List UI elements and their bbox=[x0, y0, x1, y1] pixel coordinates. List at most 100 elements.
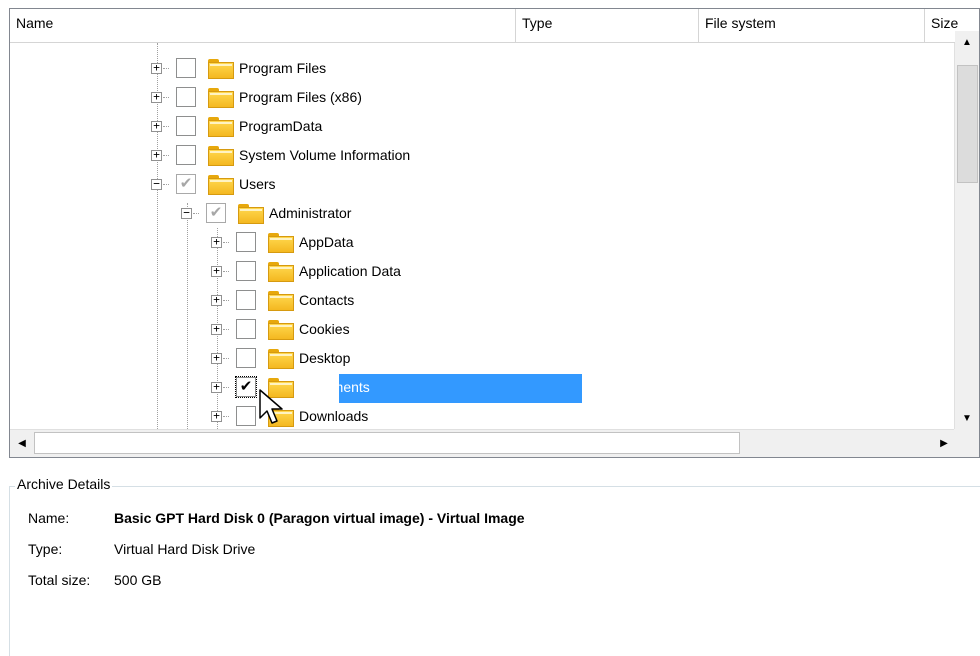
tree-row[interactable]: + Desktop bbox=[10, 345, 956, 374]
scroll-right-button[interactable]: ▶ bbox=[932, 432, 956, 456]
tree-connector bbox=[223, 271, 229, 272]
tree-row[interactable]: + Contacts bbox=[10, 287, 956, 316]
folder-tree: + Program Files + Program Files (x86) + Progr… bbox=[10, 43, 956, 431]
folder-label: Documents bbox=[299, 379, 370, 395]
tree-connector bbox=[223, 387, 229, 388]
folder-icon bbox=[268, 349, 294, 369]
expand-icon[interactable]: + bbox=[151, 120, 162, 132]
folder-label: Application Data bbox=[299, 263, 401, 279]
tree-row[interactable]: + Cookies bbox=[10, 316, 956, 345]
folder-checkbox[interactable]: ✔ bbox=[206, 203, 226, 223]
tree-connector bbox=[223, 242, 229, 243]
scrollbar-corner bbox=[954, 429, 979, 457]
tree-row[interactable]: − ✔ Administrator bbox=[10, 200, 956, 229]
expand-icon[interactable]: + bbox=[211, 236, 222, 248]
folder-icon bbox=[268, 320, 294, 340]
scroll-up-button[interactable]: ▲ bbox=[955, 31, 979, 55]
folder-label: Downloads bbox=[299, 408, 369, 424]
tree-connector bbox=[193, 213, 199, 214]
detail-name-label: Name: bbox=[28, 510, 70, 526]
folder-checkbox[interactable] bbox=[236, 406, 256, 426]
expand-icon[interactable]: + bbox=[211, 265, 222, 277]
tree-row[interactable]: + ProgramData bbox=[10, 113, 956, 142]
folder-label: Program Files bbox=[239, 60, 327, 76]
column-name[interactable]: Name bbox=[10, 9, 516, 42]
tree-row[interactable]: + AppData bbox=[10, 229, 956, 258]
folder-label: Program Files (x86) bbox=[239, 89, 362, 105]
tree-connector bbox=[223, 300, 229, 301]
folder-icon bbox=[208, 88, 234, 108]
expand-icon[interactable]: + bbox=[211, 294, 222, 306]
collapse-icon[interactable]: − bbox=[151, 178, 162, 190]
tree-connector bbox=[163, 97, 169, 98]
folder-checkbox[interactable] bbox=[176, 116, 196, 136]
archive-details-legend: Archive Details bbox=[15, 476, 113, 492]
folder-checkbox[interactable] bbox=[236, 348, 256, 368]
folder-checkbox[interactable] bbox=[236, 232, 256, 252]
folder-checkbox[interactable] bbox=[176, 145, 196, 165]
folder-label: AppData bbox=[299, 234, 354, 250]
mouse-pointer-icon bbox=[259, 389, 283, 424]
tree-connector bbox=[223, 358, 229, 359]
selection-highlight bbox=[339, 374, 582, 403]
tree-row[interactable]: + ✔ Documents bbox=[10, 374, 956, 403]
folder-icon bbox=[208, 59, 234, 79]
folder-icon bbox=[238, 204, 264, 224]
expand-icon[interactable]: + bbox=[151, 62, 162, 74]
vertical-scrollbar[interactable]: ▲ ▼ bbox=[954, 31, 979, 431]
folder-label: Cookies bbox=[299, 321, 350, 337]
tree-row[interactable]: + System Volume Information bbox=[10, 142, 956, 171]
expand-icon[interactable]: + bbox=[211, 410, 222, 422]
archive-tree-view[interactable]: Name Type File system Size + Program File… bbox=[9, 8, 980, 458]
expand-icon[interactable]: + bbox=[151, 149, 162, 161]
folder-checkbox[interactable]: ✔ bbox=[235, 376, 257, 398]
tree-connector bbox=[163, 68, 169, 69]
detail-name-value: Basic GPT Hard Disk 0 (Paragon virtual i… bbox=[114, 510, 525, 526]
tree-row[interactable]: + Application Data bbox=[10, 258, 956, 287]
expand-icon[interactable]: + bbox=[211, 381, 222, 393]
folder-label: Administrator bbox=[269, 205, 352, 221]
tree-row[interactable]: + Program Files (x86) bbox=[10, 84, 956, 113]
scroll-down-button[interactable]: ▼ bbox=[955, 407, 979, 431]
expand-icon[interactable]: + bbox=[211, 323, 222, 335]
column-file-system[interactable]: File system bbox=[699, 9, 925, 42]
detail-type-label: Type: bbox=[28, 541, 63, 557]
vertical-scroll-thumb[interactable] bbox=[957, 65, 978, 183]
folder-icon bbox=[208, 146, 234, 166]
collapse-icon[interactable]: − bbox=[181, 207, 192, 219]
folder-checkbox[interactable] bbox=[236, 261, 256, 281]
tree-connector bbox=[223, 416, 229, 417]
expand-icon[interactable]: + bbox=[211, 352, 222, 364]
tree-connector bbox=[163, 126, 169, 127]
folder-checkbox[interactable]: ✔ bbox=[176, 174, 196, 194]
folder-icon bbox=[268, 262, 294, 282]
folder-icon bbox=[208, 117, 234, 137]
folder-label: System Volume Information bbox=[239, 147, 411, 163]
detail-size-label: Total size: bbox=[28, 572, 91, 588]
tree-row[interactable]: + Downloads bbox=[10, 403, 956, 431]
tree-connector bbox=[163, 155, 169, 156]
detail-size-value: 500 GB bbox=[114, 572, 162, 588]
detail-type-value: Virtual Hard Disk Drive bbox=[114, 541, 256, 557]
folder-label: Users bbox=[239, 176, 276, 192]
scroll-left-button[interactable]: ◀ bbox=[10, 432, 34, 456]
expand-icon[interactable]: + bbox=[151, 91, 162, 103]
folder-icon bbox=[268, 233, 294, 253]
folder-icon bbox=[208, 175, 234, 195]
tree-connector bbox=[223, 329, 229, 330]
tree-connector bbox=[163, 184, 169, 185]
folder-icon bbox=[268, 291, 294, 311]
column-header: Name Type File system Size bbox=[10, 9, 979, 43]
folder-checkbox[interactable] bbox=[236, 290, 256, 310]
folder-label: Desktop bbox=[299, 350, 351, 366]
folder-checkbox[interactable] bbox=[176, 87, 196, 107]
folder-label: Contacts bbox=[299, 292, 355, 308]
horizontal-scroll-thumb[interactable] bbox=[34, 432, 740, 454]
column-type[interactable]: Type bbox=[516, 9, 699, 42]
tree-row[interactable]: + Program Files bbox=[10, 55, 956, 84]
horizontal-scrollbar[interactable]: ◀ ▶ bbox=[10, 429, 956, 457]
folder-label: ProgramData bbox=[239, 118, 323, 134]
folder-checkbox[interactable] bbox=[236, 319, 256, 339]
tree-row[interactable]: − ✔ Users bbox=[10, 171, 956, 200]
folder-checkbox[interactable] bbox=[176, 58, 196, 78]
